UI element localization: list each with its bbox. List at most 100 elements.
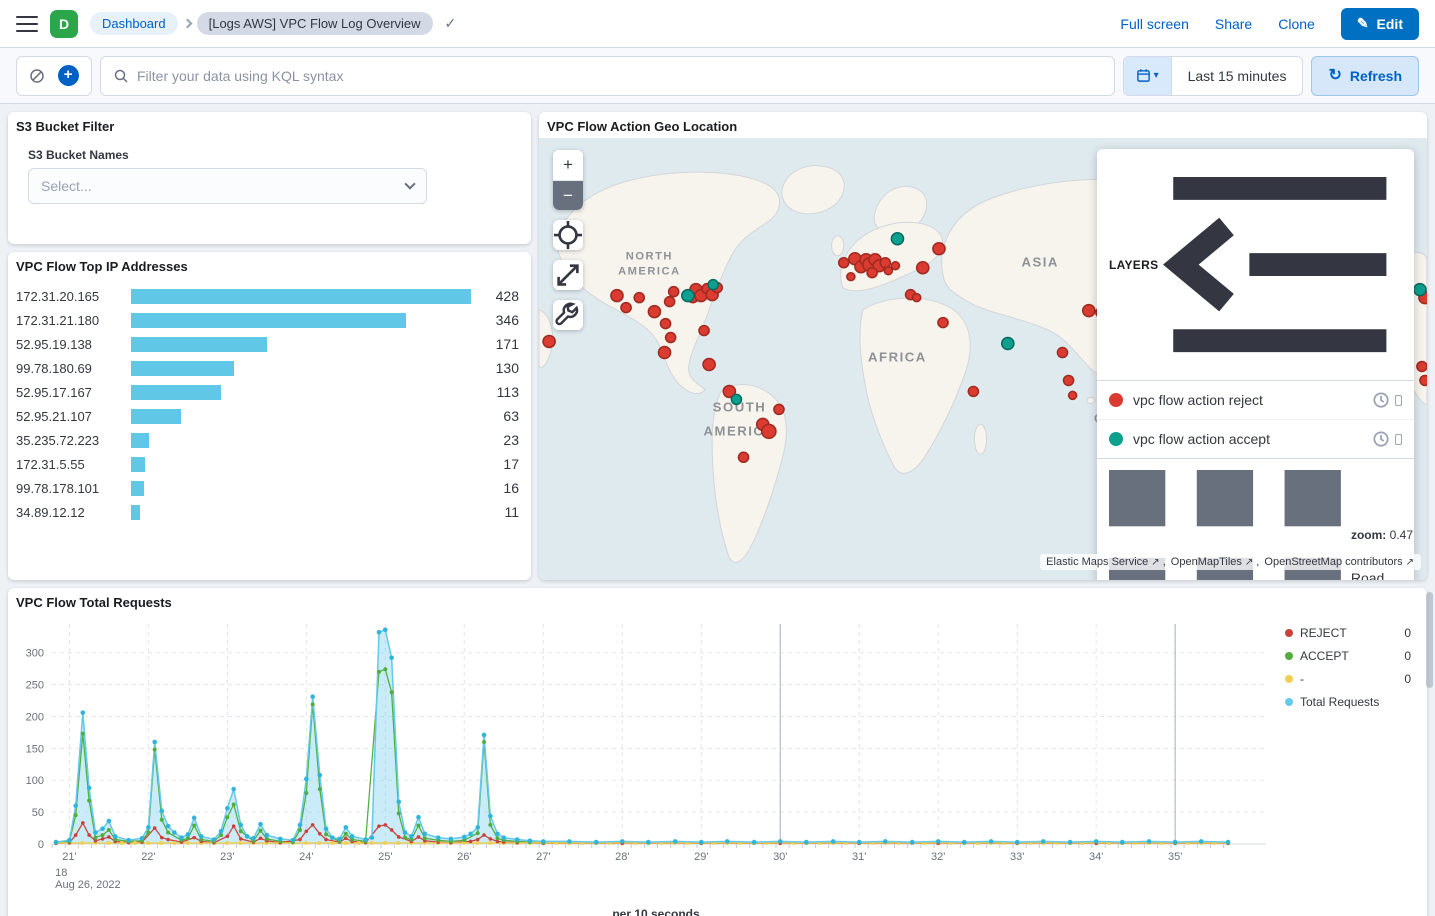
geo-point-reject[interactable] xyxy=(1083,305,1095,317)
ip-bar[interactable] xyxy=(131,409,471,424)
page-scrollbar[interactable] xyxy=(1426,592,1433,688)
ip-row[interactable]: 52.95.21.10763 xyxy=(16,404,519,428)
geo-point-reject[interactable] xyxy=(933,243,945,255)
legend-item[interactable]: ACCEPT0 xyxy=(1285,649,1411,663)
geo-point-reject[interactable] xyxy=(666,333,676,343)
geo-point-reject[interactable] xyxy=(867,268,877,278)
breadcrumb-current: [Logs AWS] VPC Flow Log Overview xyxy=(197,12,433,35)
layer-bounds-icon[interactable] xyxy=(1395,395,1402,406)
kql-search-box xyxy=(100,56,1115,96)
ip-row[interactable]: 172.31.5.5517 xyxy=(16,452,519,476)
map-tools-button[interactable] xyxy=(553,300,583,330)
attribution-link[interactable]: OpenMapTiles xyxy=(1171,556,1242,568)
geo-point-reject[interactable] xyxy=(699,326,709,336)
geo-point-accept[interactable] xyxy=(731,394,741,404)
layer-row-reject[interactable]: vpc flow action reject xyxy=(1097,381,1414,419)
set-view-crosshair-button[interactable] xyxy=(553,220,583,250)
svg-text:50: 50 xyxy=(32,807,44,819)
legend-item[interactable]: REJECT0 xyxy=(1285,626,1411,640)
ip-value: 428 xyxy=(479,288,519,304)
ip-bar[interactable] xyxy=(131,481,471,496)
geo-point-reject[interactable] xyxy=(774,404,784,414)
ip-bar[interactable] xyxy=(131,457,471,472)
geo-point-reject[interactable] xyxy=(665,297,675,307)
breadcrumb-dashboard[interactable]: Dashboard xyxy=(90,12,178,35)
filter-disabled-icon[interactable] xyxy=(29,68,45,84)
geo-point-reject[interactable] xyxy=(738,452,748,462)
ip-row[interactable]: 52.95.19.138171 xyxy=(16,332,519,356)
layer-bounds-icon[interactable] xyxy=(1395,434,1402,445)
ip-bar[interactable] xyxy=(131,505,471,520)
geo-point-reject[interactable] xyxy=(913,294,921,302)
geo-point-accept[interactable] xyxy=(708,280,718,290)
ip-bar[interactable] xyxy=(131,337,471,352)
geo-point-reject[interactable] xyxy=(703,359,715,371)
s3-bucket-select[interactable]: Select... xyxy=(28,168,427,204)
ip-row[interactable]: 99.78.180.69130 xyxy=(16,356,519,380)
geo-point-reject[interactable] xyxy=(917,262,929,274)
geo-point-reject[interactable] xyxy=(762,424,776,438)
geo-point-reject[interactable] xyxy=(634,293,644,303)
geo-point-accept[interactable] xyxy=(1414,284,1426,296)
layer-row-accept[interactable]: vpc flow action accept xyxy=(1097,419,1414,458)
share-link[interactable]: Share xyxy=(1215,16,1252,32)
geo-point-reject[interactable] xyxy=(611,290,623,302)
kql-search-input[interactable] xyxy=(137,68,1102,84)
add-filter-icon[interactable]: + xyxy=(58,65,79,86)
geo-point-reject[interactable] xyxy=(658,347,670,359)
geo-point-accept[interactable] xyxy=(682,290,694,302)
geo-point-reject[interactable] xyxy=(938,318,948,328)
legend-item[interactable]: -0 xyxy=(1285,672,1411,686)
search-icon xyxy=(113,68,129,84)
ip-label: 172.31.5.55 xyxy=(16,457,123,472)
geo-point-reject[interactable] xyxy=(1063,375,1073,385)
geo-point-reject[interactable] xyxy=(968,386,978,396)
attribution-link[interactable]: OpenStreetMap contributors xyxy=(1264,556,1402,568)
legend-item[interactable]: Total Requests xyxy=(1285,695,1411,709)
geo-point-accept[interactable] xyxy=(1002,338,1014,350)
ip-bar[interactable] xyxy=(131,361,471,376)
svg-text:300: 300 xyxy=(26,648,44,660)
geo-point-reject[interactable] xyxy=(648,306,660,318)
geo-point-reject[interactable] xyxy=(1417,361,1427,371)
select-placeholder: Select... xyxy=(41,178,92,194)
geo-point-accept[interactable] xyxy=(891,233,903,245)
geo-point-reject[interactable] xyxy=(669,287,679,297)
geo-point-reject[interactable] xyxy=(621,303,631,313)
ip-bar[interactable] xyxy=(131,289,471,304)
hamburger-menu-icon[interactable] xyxy=(16,16,38,32)
ip-row[interactable]: 172.31.21.180346 xyxy=(16,308,519,332)
geo-point-reject[interactable] xyxy=(1420,375,1427,385)
zoom-in-button[interactable]: + xyxy=(553,150,583,180)
time-range-value[interactable]: Last 15 minutes xyxy=(1172,57,1303,95)
zoom-out-button[interactable]: − xyxy=(553,180,583,210)
calendar-button[interactable]: ▾ xyxy=(1124,57,1172,95)
geo-point-reject[interactable] xyxy=(1057,348,1067,358)
ip-bar[interactable] xyxy=(131,313,471,328)
ip-label: 52.95.21.107 xyxy=(16,409,123,424)
geo-point-reject[interactable] xyxy=(1069,391,1077,399)
geo-point-reject[interactable] xyxy=(891,262,899,270)
ip-row[interactable]: 34.89.12.1211 xyxy=(16,500,519,524)
total-requests-chart[interactable]: 05010015020025030021'22'23'24'25'26'27'2… xyxy=(16,614,1296,900)
ip-bar[interactable] xyxy=(131,433,471,448)
geo-point-reject[interactable] xyxy=(839,258,849,268)
geo-point-reject[interactable] xyxy=(543,336,555,348)
ip-row[interactable]: 52.95.17.167113 xyxy=(16,380,519,404)
full-screen-link[interactable]: Full screen xyxy=(1120,16,1188,32)
panel-title: VPC Flow Action Geo Location xyxy=(539,112,1427,134)
collapse-layers-icon[interactable] xyxy=(1158,158,1402,371)
geo-point-reject[interactable] xyxy=(661,319,671,329)
ip-row[interactable]: 35.235.72.22323 xyxy=(16,428,519,452)
space-avatar[interactable]: D xyxy=(50,10,78,38)
ip-bar[interactable] xyxy=(131,385,471,400)
ip-row[interactable]: 172.31.20.165428 xyxy=(16,284,519,308)
refresh-button[interactable]: ↻ Refresh xyxy=(1311,56,1419,96)
ip-row[interactable]: 99.78.178.10116 xyxy=(16,476,519,500)
fit-to-data-button[interactable] xyxy=(553,260,583,290)
legend-dot xyxy=(1285,675,1293,683)
edit-button[interactable]: ✎ Edit xyxy=(1341,8,1419,40)
geo-point-reject[interactable] xyxy=(847,273,855,281)
attribution-link[interactable]: Elastic Maps Service xyxy=(1046,556,1148,568)
clone-link[interactable]: Clone xyxy=(1278,16,1315,32)
